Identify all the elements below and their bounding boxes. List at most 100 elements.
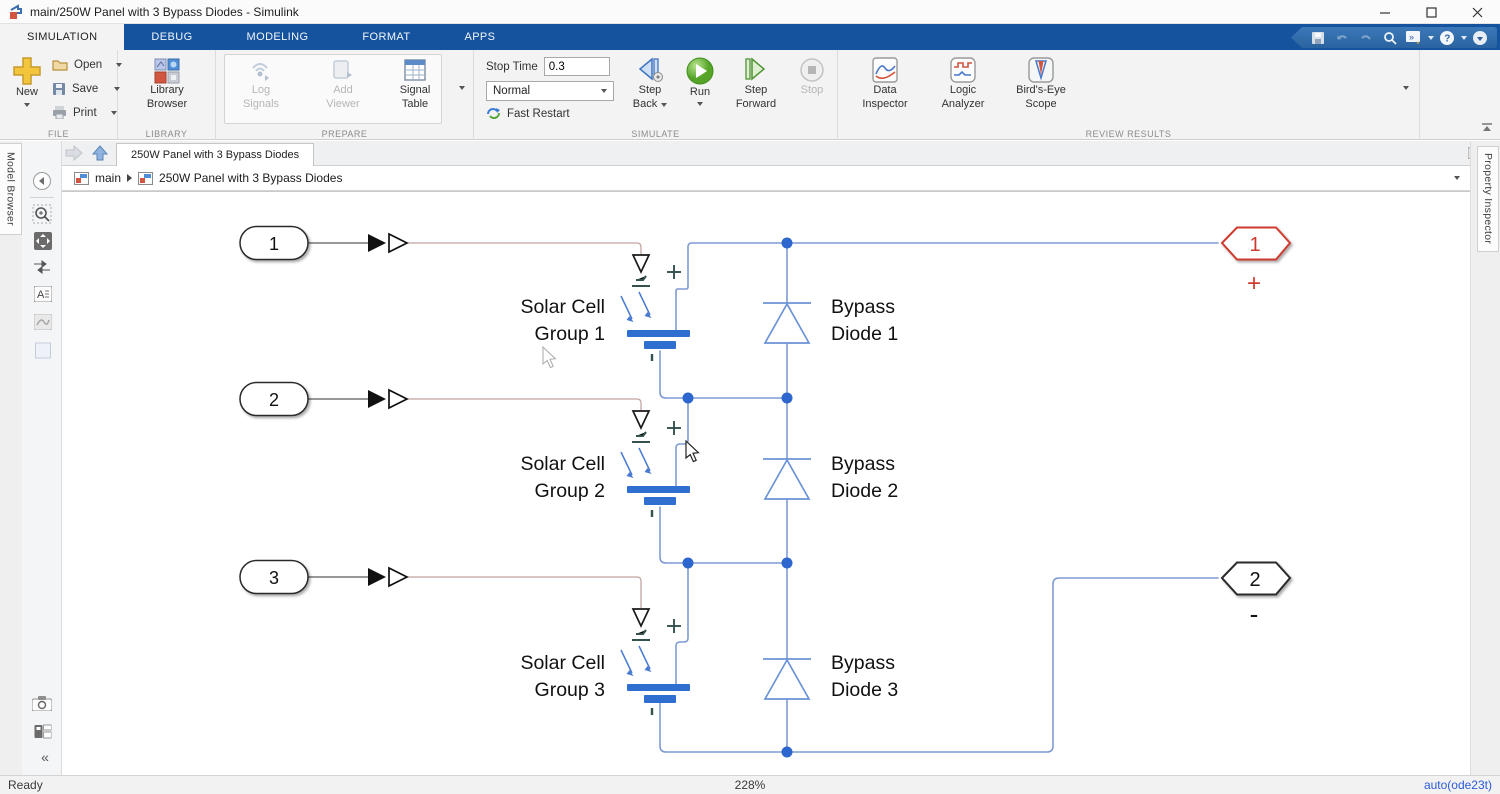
- stop-time-input[interactable]: [544, 57, 610, 76]
- close-button[interactable]: [1454, 0, 1500, 24]
- model-root-icon: [74, 172, 89, 185]
- toolstrip-options-icon[interactable]: [1469, 29, 1491, 47]
- left-dock-strip: [0, 141, 22, 775]
- print-caret-icon[interactable]: [111, 111, 117, 115]
- tab-format[interactable]: FORMAT: [335, 24, 437, 50]
- section-label-simulate: SIMULATE: [474, 129, 837, 139]
- solar-cell-group-1-block[interactable]: [621, 255, 690, 361]
- signal-routing-icon[interactable]: [32, 260, 52, 279]
- outport-1-number: 1: [1249, 234, 1260, 256]
- save-button[interactable]: Save: [52, 82, 120, 96]
- quick-save-icon[interactable]: [1307, 29, 1329, 47]
- maximize-button[interactable]: [1408, 0, 1454, 24]
- converter-2[interactable]: [368, 390, 407, 408]
- model-canvas[interactable]: 1 2 3: [62, 191, 1470, 775]
- bypass-diode-2-block[interactable]: [763, 459, 811, 499]
- solar-cell-blocks[interactable]: [621, 255, 690, 715]
- undo-icon[interactable]: [1331, 29, 1353, 47]
- status-solver[interactable]: auto(ode23t): [1424, 778, 1492, 792]
- inport-blocks[interactable]: 1 2 3: [240, 227, 308, 594]
- print-button[interactable]: Print: [52, 106, 117, 119]
- breadcrumb-current[interactable]: 250W Panel with 3 Bypass Diodes: [159, 171, 342, 185]
- tab-modeling[interactable]: MODELING: [220, 24, 336, 50]
- tab-apps[interactable]: APPS: [437, 24, 522, 50]
- birds-eye-scope-icon: [1027, 56, 1055, 84]
- section-label-file: FILE: [0, 129, 117, 139]
- nav-up-icon[interactable]: [92, 145, 108, 166]
- redo-icon[interactable]: [1355, 29, 1377, 47]
- bypass-diode-3-block[interactable]: [763, 659, 811, 699]
- bypass-diode-3-label: Bypass: [831, 652, 895, 674]
- electrical-wires[interactable]: [660, 243, 1218, 752]
- logic-analyzer-icon: [949, 56, 977, 84]
- log-signals-label2: Signals: [243, 98, 279, 112]
- log-signals-button: Log Signals: [230, 58, 292, 112]
- new-icon: [12, 56, 42, 86]
- step-back-label: Step: [639, 84, 662, 98]
- bypass-diode-1-label2: Diode 1: [831, 323, 898, 345]
- inport-stems[interactable]: [308, 243, 368, 577]
- ribbon-collapse-icon[interactable]: [1480, 119, 1494, 137]
- section-label-prepare: PREPARE: [216, 129, 473, 139]
- birds-eye-scope-button[interactable]: Bird's-Eye Scope: [1006, 56, 1076, 112]
- inport-2-label: 2: [269, 390, 279, 410]
- window-title: main/250W Panel with 3 Bypass Diodes - S…: [30, 5, 299, 19]
- minimize-button[interactable]: [1362, 0, 1408, 24]
- review-gallery-caret-icon[interactable]: [1403, 86, 1409, 90]
- tab-simulation[interactable]: SIMULATION: [0, 24, 124, 50]
- outport-1-sign: +: [1247, 270, 1261, 297]
- bypass-diode-1-block[interactable]: [763, 303, 811, 343]
- step-back-icon: [635, 56, 665, 84]
- outport-blocks[interactable]: 1 + 2 -: [1222, 228, 1290, 630]
- fast-restart-toggle[interactable]: Fast Restart: [486, 107, 570, 120]
- data-inspector-label: Data: [873, 84, 896, 98]
- signal-converter-blocks[interactable]: [368, 234, 407, 586]
- converter-3[interactable]: [368, 568, 407, 586]
- help-icon[interactable]: ?: [1436, 29, 1458, 47]
- converter-1[interactable]: [368, 234, 407, 252]
- step-back-button[interactable]: Step Back: [626, 56, 674, 112]
- new-button[interactable]: New: [6, 56, 48, 107]
- document-tab[interactable]: 250W Panel with 3 Bypass Diodes: [116, 143, 314, 166]
- property-inspector-tab[interactable]: Property Inspector: [1477, 146, 1499, 252]
- logic-analyzer-button[interactable]: Logic Analyzer: [932, 56, 994, 112]
- nav-forward-icon: [64, 145, 84, 166]
- solar-cell-group-3-block[interactable]: [621, 609, 690, 715]
- hide-browser-icon[interactable]: [32, 171, 52, 196]
- favorites-caret-icon[interactable]: [1428, 36, 1434, 40]
- library-browser-button[interactable]: Library Browser: [142, 58, 192, 112]
- breadcrumb-root[interactable]: main: [95, 171, 121, 185]
- svg-text:A: A: [37, 289, 45, 301]
- open-button[interactable]: Open: [52, 58, 122, 71]
- run-caret-icon[interactable]: [697, 102, 703, 106]
- new-caret-icon[interactable]: [24, 103, 30, 107]
- fit-to-view-icon[interactable]: [34, 232, 52, 255]
- sim-mode-select[interactable]: Normal: [486, 81, 614, 101]
- signal-table-button[interactable]: Signal Table: [384, 58, 446, 112]
- model-browser-tab[interactable]: Model Browser: [0, 143, 22, 235]
- stop-time-row: Stop Time: [486, 57, 610, 76]
- annotation-icon[interactable]: A: [34, 286, 52, 307]
- inport-1-label: 1: [269, 234, 279, 254]
- add-to-favorites-icon[interactable]: »: [1403, 29, 1425, 47]
- fast-restart-icon: [486, 107, 501, 120]
- section-file: New Open Save Print FILE: [0, 50, 118, 140]
- help-caret-icon[interactable]: [1461, 36, 1467, 40]
- search-icon[interactable]: [1379, 29, 1401, 47]
- run-button[interactable]: Run: [680, 56, 720, 106]
- step-forward-button[interactable]: Step Forward: [728, 56, 784, 112]
- solar-cell-group-2-block[interactable]: [621, 411, 690, 517]
- zoom-region-icon[interactable]: [32, 204, 52, 229]
- solar-group-1-label2: Group 1: [535, 323, 605, 345]
- sample-time-legend-icon[interactable]: [35, 723, 52, 745]
- screenshot-camera-icon[interactable]: [32, 696, 52, 716]
- collapse-rail-icon[interactable]: «: [41, 749, 49, 765]
- breadcrumb-caret-icon[interactable]: [1454, 176, 1460, 180]
- data-inspector-button[interactable]: Data Inspector: [854, 56, 916, 112]
- ghost-cursor-icon: [543, 347, 555, 368]
- tab-debug[interactable]: DEBUG: [124, 24, 219, 50]
- open-folder-icon: [52, 58, 68, 71]
- data-inspector-icon: [871, 56, 899, 84]
- area-box-icon[interactable]: [35, 342, 52, 364]
- prepare-gallery-caret-icon[interactable]: [459, 86, 465, 90]
